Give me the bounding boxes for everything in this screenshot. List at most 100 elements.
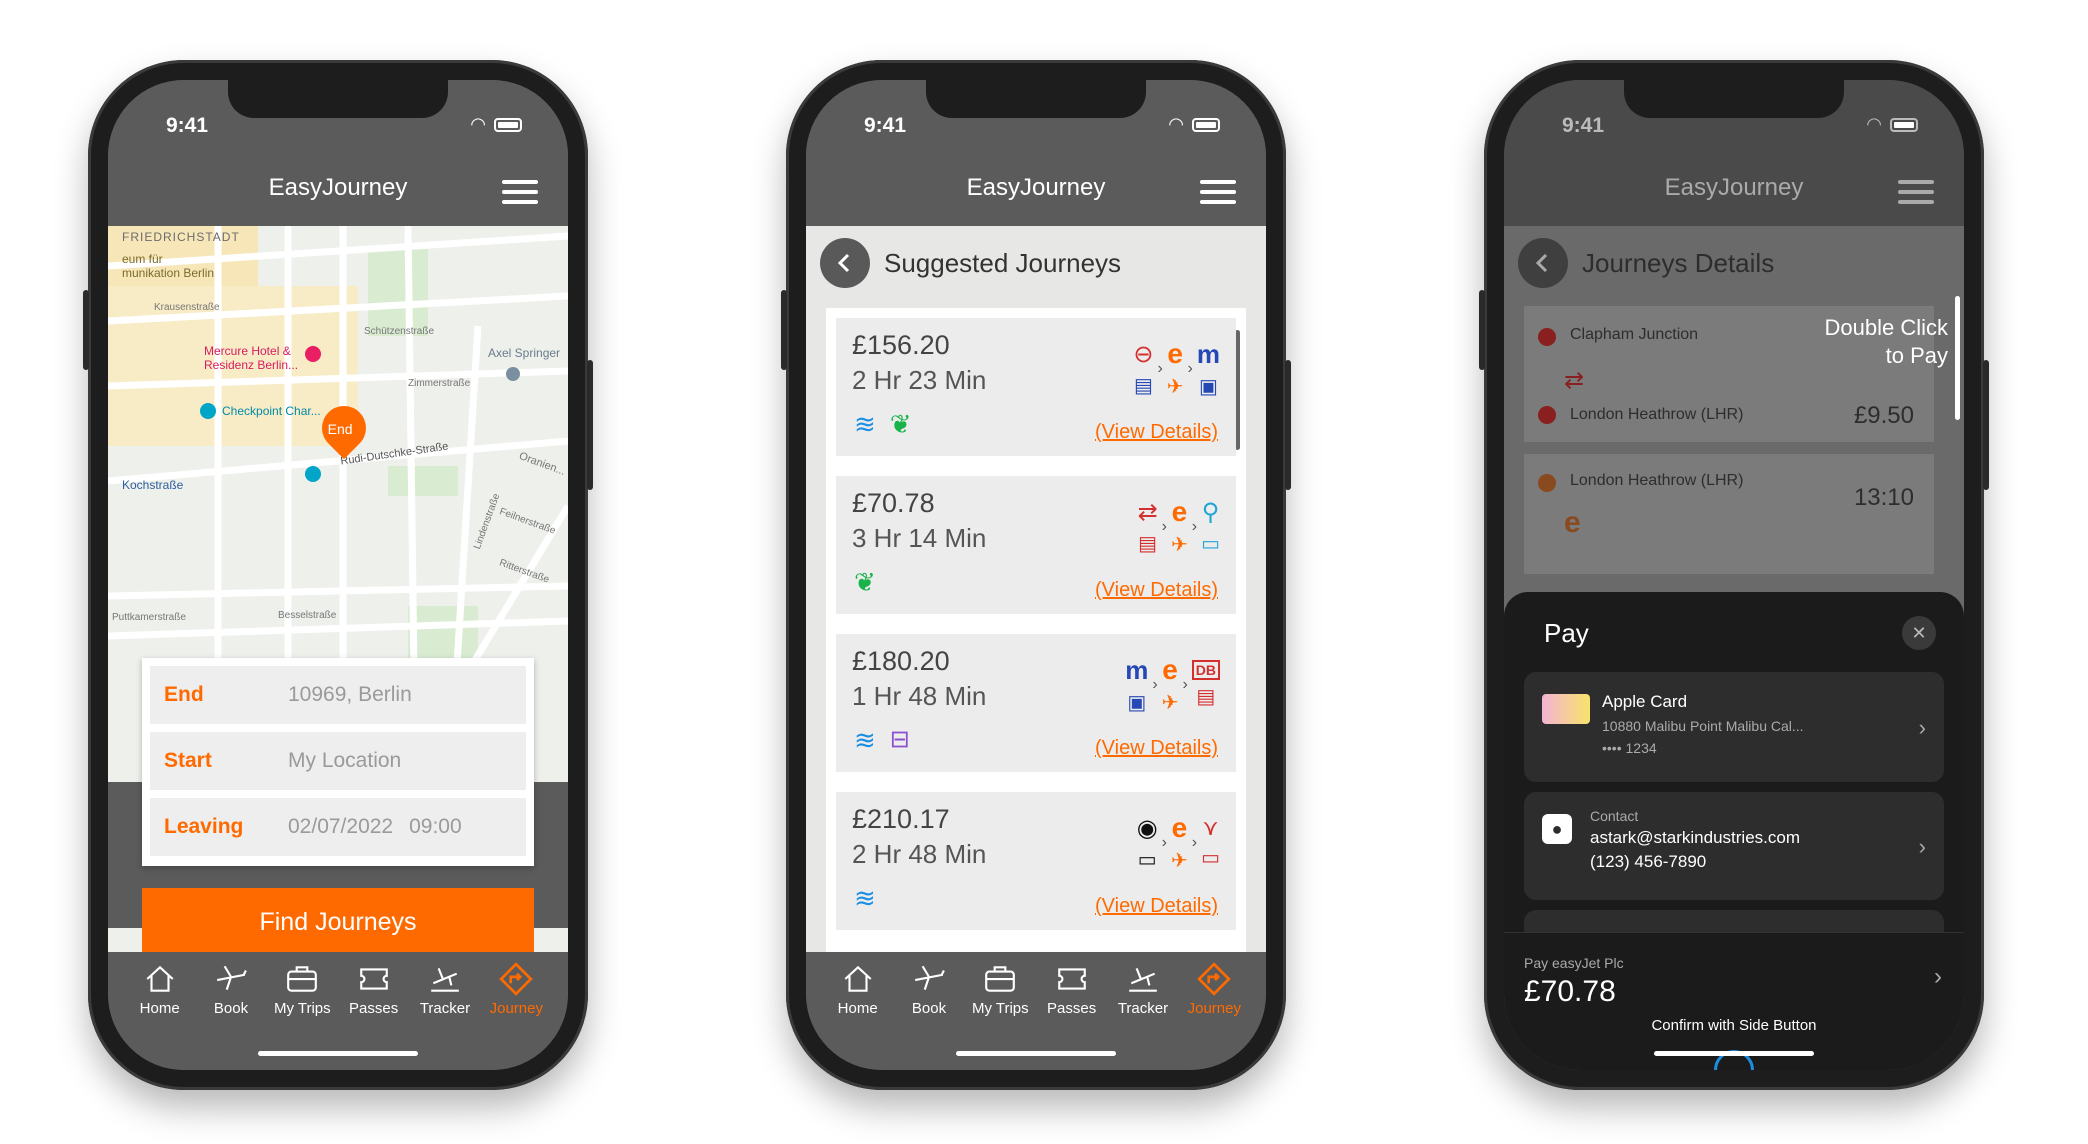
tabs: Home Book My Trips Passes Tracker Journey	[124, 962, 552, 1017]
map-label-street: Krausenstraße	[154, 302, 220, 313]
departure-icon	[1129, 967, 1157, 992]
tab-label: Book	[911, 1000, 947, 1017]
close-icon[interactable]: ✕	[1902, 616, 1936, 650]
leaving-label: Leaving	[164, 815, 244, 838]
journey-card[interactable]: £210.17 2 Hr 48 Min ≋ ◉ ▭ › e ✈ › ⋎ ▭ (View…	[836, 792, 1236, 930]
leaving-time: 09:00	[409, 815, 462, 838]
payment-card-row[interactable]: Apple Card 10880 Malibu Point Malibu Cal…	[1524, 672, 1944, 782]
amenities: ❦	[854, 567, 876, 598]
start-label: Start	[164, 749, 212, 772]
plane-icon: ✈	[1166, 376, 1184, 398]
amenities: ≋ ❦	[854, 409, 912, 440]
confirm-instruction: Confirm with Side Button	[1651, 1017, 1817, 1034]
rail-icon: ⇄	[1564, 367, 1585, 394]
home-indicator[interactable]	[956, 1051, 1116, 1056]
menu-icon[interactable]	[1200, 180, 1236, 204]
car-icon: ▭	[1201, 847, 1220, 869]
easyjet-icon: e	[1167, 338, 1183, 369]
tab-passes[interactable]: Passes	[1036, 962, 1107, 1017]
amenities: ≋ ⊟	[854, 725, 910, 756]
bed-icon: ⊟	[889, 726, 910, 753]
map-label-axel: Axel Springer	[488, 346, 561, 360]
chevron-right-icon: ›	[1934, 963, 1942, 990]
page-title: Journeys Details	[1582, 247, 1775, 278]
tab-label: Home	[837, 1000, 878, 1017]
tab-book[interactable]: Book	[195, 962, 266, 1017]
map-label-street: Zimmerstraße	[408, 378, 471, 389]
back-button[interactable]	[1518, 238, 1568, 288]
suggested-header: Suggested Journeys	[820, 238, 1121, 288]
person-icon: ●	[1542, 814, 1572, 844]
journey-list[interactable]: £156.20 2 Hr 23 Min ≋ ❦ ⊖ ▤ › e ✈ › m ▣ (Vi…	[826, 308, 1246, 974]
tab-home[interactable]: Home	[124, 962, 195, 1017]
battery-icon	[1890, 117, 1918, 132]
tab-label: Journey	[1187, 1000, 1241, 1017]
app-header: EasyJourney	[806, 156, 1266, 226]
tab-my-trips[interactable]: My Trips	[965, 962, 1036, 1017]
home-icon	[844, 965, 872, 992]
journey-card[interactable]: £180.20 1 Hr 48 Min ≋ ⊟ m ▣ › e ✈ › DB ▤ (V…	[836, 634, 1236, 772]
menu-icon[interactable]	[1898, 180, 1934, 204]
bus-icon: ▣	[1198, 375, 1218, 398]
tab-tracker[interactable]: Tracker	[1107, 962, 1178, 1017]
transport-modes: ⊖ ▤ › e ✈ › m ▣	[1133, 338, 1220, 398]
car-icon: ▭	[1201, 532, 1220, 555]
card-name: Apple Card	[1602, 692, 1688, 711]
tab-journey[interactable]: Journey	[1179, 962, 1250, 1017]
chevron-left-icon	[837, 253, 850, 273]
tab-label: Tracker	[1117, 1000, 1169, 1017]
leaving-date: 02/07/2022	[288, 815, 394, 838]
transport-modes: m ▣ › e ✈ › DB ▤	[1125, 654, 1220, 715]
app-header: EasyJourney	[1504, 156, 1964, 226]
back-button[interactable]	[820, 238, 870, 288]
contact-phone: (123) 456-7890	[1590, 852, 1707, 871]
view-details-link[interactable]: (View Details)	[1095, 895, 1218, 918]
tab-my-trips[interactable]: My Trips	[267, 962, 338, 1017]
menu-icon[interactable]	[502, 180, 538, 204]
plane-icon	[216, 965, 247, 990]
home-indicator[interactable]	[258, 1051, 418, 1056]
tab-home[interactable]: Home	[822, 962, 893, 1017]
journey-card[interactable]: £156.20 2 Hr 23 Min ≋ ❦ ⊖ ▤ › e ✈ › m ▣ (Vi…	[836, 318, 1236, 456]
tab-label: Journey	[489, 1000, 543, 1017]
plane-icon: ✈	[1171, 534, 1188, 556]
end-field[interactable]: End 10969, Berlin	[150, 666, 526, 724]
tab-label: Book	[213, 1000, 249, 1017]
view-details-link[interactable]: (View Details)	[1095, 579, 1218, 602]
pay-total-row[interactable]: Pay easyJet Plc £70.78 ›	[1504, 932, 1964, 1022]
tab-tracker[interactable]: Tracker	[409, 962, 480, 1017]
find-journeys-button[interactable]: Find Journeys	[142, 888, 534, 956]
tab-book[interactable]: Book	[893, 962, 964, 1017]
apple-pay-sheet: Pay ✕ Apple Card 10880 Malibu Point Mali…	[1504, 592, 1964, 1070]
tab-journey[interactable]: Journey	[481, 962, 552, 1017]
view-details-link[interactable]: (View Details)	[1095, 421, 1218, 444]
plane-icon: ✈	[1161, 692, 1179, 714]
station-dot	[1538, 328, 1556, 346]
plane-icon: ✈	[1171, 850, 1188, 872]
home-indicator[interactable]	[1654, 1051, 1814, 1056]
view-details-link[interactable]: (View Details)	[1095, 737, 1218, 760]
contact-label: Contact	[1590, 808, 1639, 824]
leg-from: London Heathrow (LHR)	[1570, 472, 1744, 489]
tab-label: My Trips	[273, 1000, 331, 1017]
page-title: Suggested Journeys	[884, 247, 1122, 278]
apple-card-icon	[1542, 694, 1590, 724]
wifi-icon: ≋	[854, 725, 876, 755]
pay-amount: £70.78	[1524, 975, 1616, 1008]
rail-icon: ⇄	[1137, 498, 1158, 526]
map-label-district: FRIEDRICHSTADT	[122, 230, 240, 244]
contact-row[interactable]: ● Contact astark@starkindustries.com (12…	[1524, 792, 1944, 900]
map-label-hotel: Mercure Hotel & Residenz Berlin...	[204, 344, 299, 372]
app-title: EasyJourney	[268, 174, 408, 201]
wifi-icon: ≋	[854, 883, 876, 913]
journey-card[interactable]: £70.78 3 Hr 14 Min ❦ ⇄ ▤ › e ✈ › ⚲ ▭ (View …	[836, 476, 1236, 614]
map-pin-label: End	[327, 421, 353, 438]
card-number: •••• 1234	[1602, 740, 1657, 756]
start-field[interactable]: Start My Location	[150, 732, 526, 790]
contact-email: astark@starkindustries.com	[1590, 828, 1800, 847]
tab-passes[interactable]: Passes	[338, 962, 409, 1017]
end-value: 10969, Berlin	[288, 683, 412, 706]
departure-icon	[431, 967, 459, 992]
chevron-right-icon: ›	[1918, 715, 1926, 740]
leaving-field[interactable]: Leaving 02/07/2022 09:00	[150, 798, 526, 856]
